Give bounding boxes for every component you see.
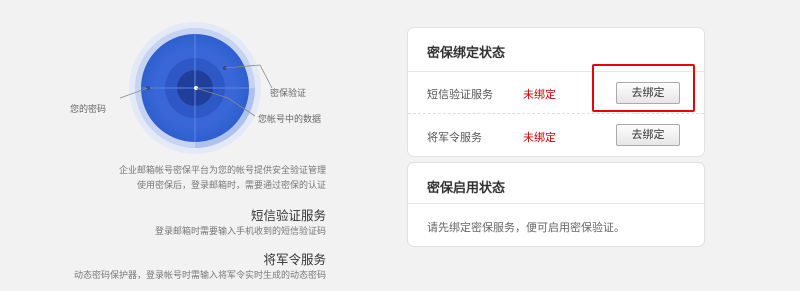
feature-token-title: 将军令服务 xyxy=(263,252,326,267)
security-diagram: 您的密码 密保验证 您帐号中的数据 xyxy=(60,20,350,160)
label-your-password: 您的密码 xyxy=(70,105,107,115)
row-token-label: 将军令服务 xyxy=(427,131,482,144)
intro-line-2: 使用密保后，登录邮箱时，需要通过密保的认证 xyxy=(136,181,326,191)
label-account-data: 您帐号中的数据 xyxy=(258,115,322,125)
feature-token-desc: 动态密码保护器，登录帐号时需输入将军令实时生成的动态密码 xyxy=(73,271,326,281)
concentric-circles-graphic xyxy=(119,22,273,154)
label-security-verify: 密保验证 xyxy=(270,89,307,99)
enable-status-card: 密保启用状态 请先绑定密保服务，便可启用密保验证。 xyxy=(407,162,705,247)
enable-status-title: 密保启用状态 xyxy=(427,181,506,196)
bind-token-button[interactable]: 去绑定 xyxy=(616,124,680,146)
row-token-status: 未绑定 xyxy=(523,131,556,144)
row-sms-label: 短信验证服务 xyxy=(427,88,493,101)
row-divider xyxy=(408,113,704,114)
feature-sms-title: 短信验证服务 xyxy=(250,208,326,223)
intro-line-1: 企业邮箱帐号密保平台为您的帐号提供安全验证管理 xyxy=(118,166,326,176)
row-sms-status: 未绑定 xyxy=(523,88,556,101)
feature-sms-desc: 登录邮箱时需要输入手机收到的短信验证码 xyxy=(154,227,326,237)
card-divider xyxy=(408,203,704,204)
highlight-box xyxy=(592,64,695,112)
binding-status-title: 密保绑定状态 xyxy=(427,46,506,61)
enable-status-message: 请先绑定密保服务，便可启用密保验证。 xyxy=(427,221,625,234)
